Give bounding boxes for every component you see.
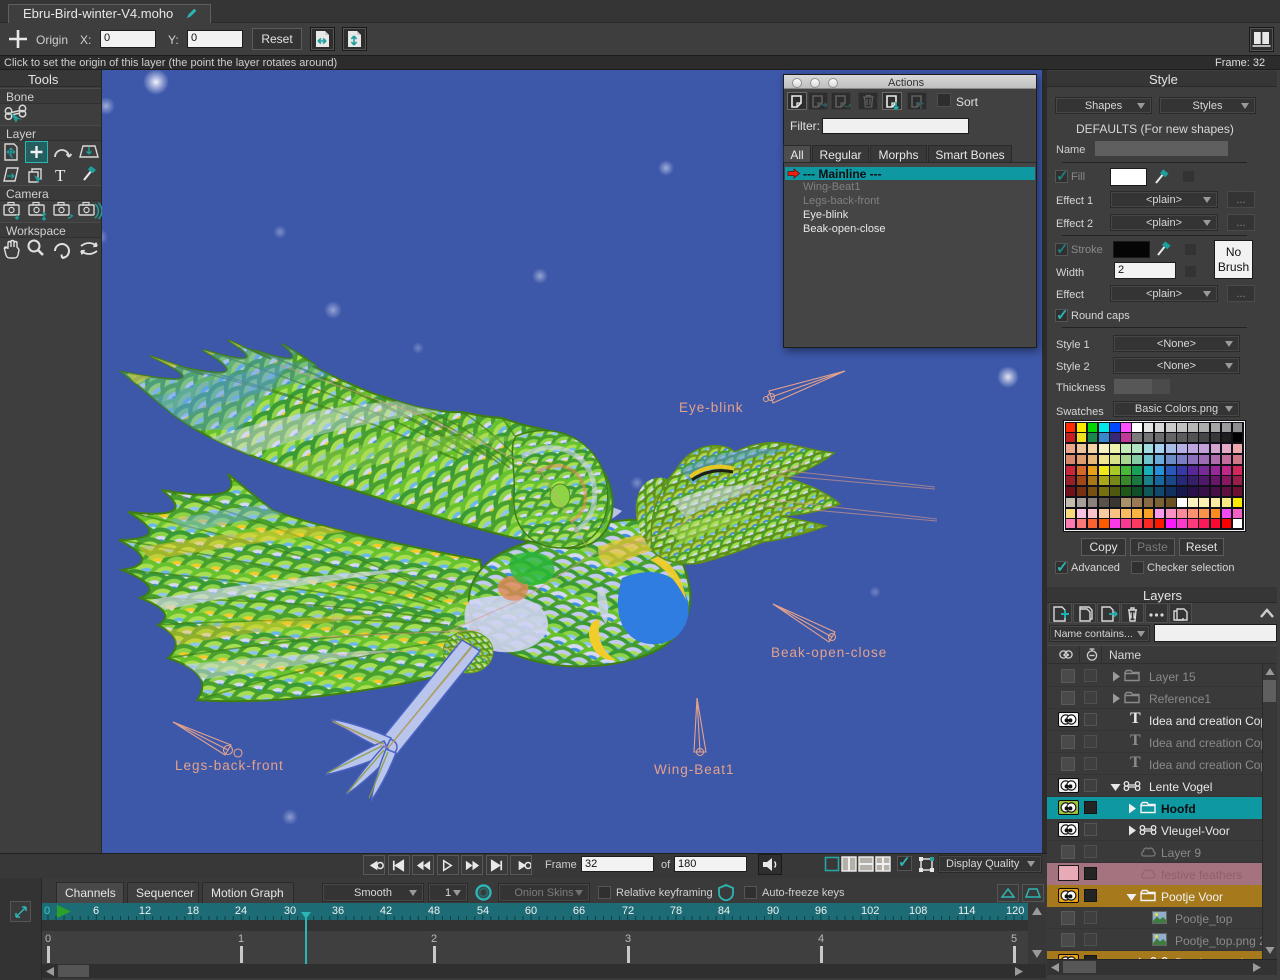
svg-text:Beak-open-close: Beak-open-close: [771, 645, 887, 660]
svg-text:T: T: [55, 166, 66, 184]
svg-text:Eye-blink: Eye-blink: [679, 400, 744, 415]
svg-text:Legs-back-front: Legs-back-front: [175, 758, 284, 773]
svg-text:Wing-Beat1: Wing-Beat1: [654, 762, 735, 777]
